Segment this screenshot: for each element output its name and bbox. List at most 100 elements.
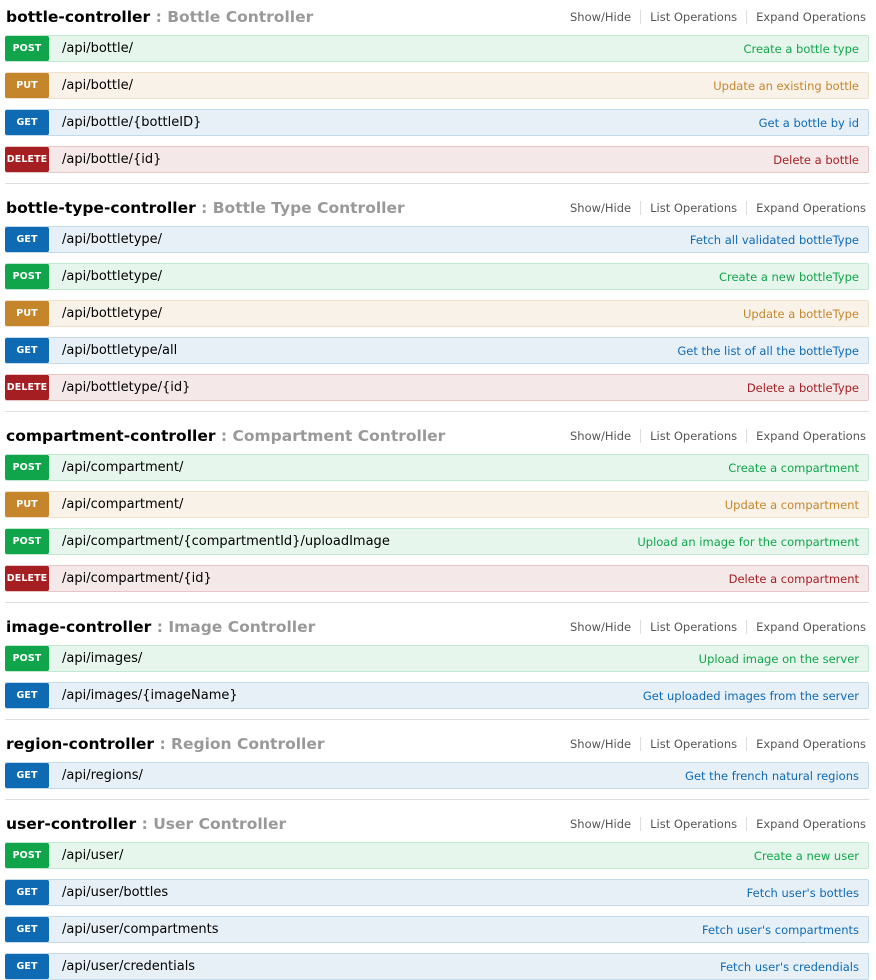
operation-row[interactable]: DELETE /api/compartment/{id} Delete a co… — [5, 565, 869, 592]
operation-row[interactable]: DELETE /api/bottletype/{id} Delete a bot… — [5, 374, 869, 401]
operation-row[interactable]: POST /api/user/ Create a new user — [5, 842, 869, 869]
operation-row[interactable]: GET /api/user/compartments Fetch user's … — [5, 916, 869, 943]
operation-row[interactable]: PUT /api/bottle/ Update an existing bott… — [5, 72, 869, 99]
operation-summary[interactable]: Fetch all validated bottleType — [690, 233, 868, 247]
http-method-badge[interactable]: POST — [5, 646, 49, 671]
http-method-badge[interactable]: POST — [5, 843, 49, 868]
operation-summary[interactable]: Get uploaded images from the server — [643, 689, 868, 703]
resource-title[interactable]: bottle-controller : Bottle Controller — [5, 8, 313, 26]
http-method-badge[interactable]: POST — [5, 264, 49, 289]
operation-summary[interactable]: Get the french natural regions — [685, 769, 868, 783]
expand-operations-link[interactable]: Expand Operations — [746, 201, 866, 215]
resource-name[interactable]: bottle-type-controller — [6, 199, 196, 217]
resource-title[interactable]: compartment-controller : Compartment Con… — [5, 427, 445, 445]
show-hide-link[interactable]: Show/Hide — [561, 429, 640, 443]
operation-row[interactable]: PUT /api/compartment/ Update a compartme… — [5, 491, 869, 518]
show-hide-link[interactable]: Show/Hide — [561, 620, 640, 634]
list-operations-link[interactable]: List Operations — [640, 817, 746, 831]
operation-summary[interactable]: Update an existing bottle — [713, 79, 868, 93]
resource-name[interactable]: bottle-controller — [6, 8, 150, 26]
operation-path[interactable]: /api/compartment/{id} — [49, 571, 729, 586]
http-method-badge[interactable]: GET — [5, 954, 49, 979]
operation-summary[interactable]: Upload image on the server — [699, 652, 868, 666]
http-method-badge[interactable]: PUT — [5, 301, 49, 326]
operation-summary[interactable]: Get the list of all the bottleType — [677, 344, 868, 358]
http-method-badge[interactable]: GET — [5, 227, 49, 252]
operation-row[interactable]: GET /api/user/credentials Fetch user's c… — [5, 953, 869, 980]
operation-row[interactable]: POST /api/images/ Upload image on the se… — [5, 645, 869, 672]
resource-title[interactable]: region-controller : Region Controller — [5, 735, 325, 753]
operation-row[interactable]: DELETE /api/bottle/{id} Delete a bottle — [5, 146, 869, 173]
show-hide-link[interactable]: Show/Hide — [561, 10, 640, 24]
resource-name[interactable]: compartment-controller — [6, 427, 216, 445]
operation-row[interactable]: GET /api/bottletype/all Get the list of … — [5, 337, 869, 364]
expand-operations-link[interactable]: Expand Operations — [746, 620, 866, 634]
list-operations-link[interactable]: List Operations — [640, 10, 746, 24]
operation-summary[interactable]: Update a bottleType — [743, 307, 868, 321]
operation-row[interactable]: PUT /api/bottletype/ Update a bottleType — [5, 300, 869, 327]
operation-path[interactable]: /api/user/credentials — [49, 959, 720, 974]
operation-summary[interactable]: Delete a bottleType — [747, 381, 868, 395]
operation-row[interactable]: POST /api/bottle/ Create a bottle type — [5, 35, 869, 62]
list-operations-link[interactable]: List Operations — [640, 429, 746, 443]
operation-summary[interactable]: Delete a compartment — [729, 572, 868, 586]
operation-path[interactable]: /api/bottletype/all — [49, 343, 677, 358]
resource-title[interactable]: bottle-type-controller : Bottle Type Con… — [5, 199, 405, 217]
expand-operations-link[interactable]: Expand Operations — [746, 10, 866, 24]
show-hide-link[interactable]: Show/Hide — [561, 817, 640, 831]
resource-title[interactable]: image-controller : Image Controller — [5, 618, 315, 636]
operation-summary[interactable]: Fetch user's credendials — [720, 960, 868, 974]
http-method-badge[interactable]: GET — [5, 683, 49, 708]
operation-path[interactable]: /api/user/bottles — [49, 885, 747, 900]
operation-path[interactable]: /api/user/compartments — [49, 922, 702, 937]
http-method-badge[interactable]: GET — [5, 917, 49, 942]
operation-path[interactable]: /api/images/{imageName} — [49, 688, 643, 703]
operation-path[interactable]: /api/bottle/{id} — [49, 152, 773, 167]
http-method-badge[interactable]: PUT — [5, 492, 49, 517]
http-method-badge[interactable]: DELETE — [5, 566, 49, 591]
resource-name[interactable]: image-controller — [6, 618, 151, 636]
operation-path[interactable]: /api/bottletype/{id} — [49, 380, 747, 395]
operation-summary[interactable]: Get a bottle by id — [759, 116, 868, 130]
operation-path[interactable]: /api/user/ — [49, 848, 754, 863]
operation-summary[interactable]: Fetch user's compartments — [702, 923, 868, 937]
http-method-badge[interactable]: GET — [5, 763, 49, 788]
operation-row[interactable]: POST /api/compartment/ Create a compartm… — [5, 454, 869, 481]
operation-summary[interactable]: Delete a bottle — [773, 153, 868, 167]
operation-path[interactable]: /api/images/ — [49, 651, 699, 666]
operation-summary[interactable]: Create a new bottleType — [719, 270, 868, 284]
operation-path[interactable]: /api/bottletype/ — [49, 269, 719, 284]
http-method-badge[interactable]: GET — [5, 880, 49, 905]
operation-path[interactable]: /api/bottle/ — [49, 41, 743, 56]
resource-name[interactable]: region-controller — [6, 735, 154, 753]
expand-operations-link[interactable]: Expand Operations — [746, 737, 866, 751]
operation-row[interactable]: GET /api/images/{imageName} Get uploaded… — [5, 682, 869, 709]
http-method-badge[interactable]: GET — [5, 110, 49, 135]
operation-summary[interactable]: Create a compartment — [728, 461, 868, 475]
expand-operations-link[interactable]: Expand Operations — [746, 817, 866, 831]
http-method-badge[interactable]: POST — [5, 36, 49, 61]
operation-path[interactable]: /api/bottle/ — [49, 78, 713, 93]
http-method-badge[interactable]: POST — [5, 529, 49, 554]
operation-row[interactable]: GET /api/user/bottles Fetch user's bottl… — [5, 879, 869, 906]
operation-row[interactable]: GET /api/bottletype/ Fetch all validated… — [5, 226, 869, 253]
resource-title[interactable]: user-controller : User Controller — [5, 815, 286, 833]
operation-summary[interactable]: Update a compartment — [725, 498, 868, 512]
list-operations-link[interactable]: List Operations — [640, 201, 746, 215]
show-hide-link[interactable]: Show/Hide — [561, 737, 640, 751]
operation-row[interactable]: GET /api/regions/ Get the french natural… — [5, 762, 869, 789]
http-method-badge[interactable]: GET — [5, 338, 49, 363]
http-method-badge[interactable]: PUT — [5, 73, 49, 98]
operation-summary[interactable]: Create a bottle type — [743, 42, 868, 56]
operation-summary[interactable]: Create a new user — [754, 849, 868, 863]
operation-row[interactable]: POST /api/bottletype/ Create a new bottl… — [5, 263, 869, 290]
operation-summary[interactable]: Upload an image for the compartment — [637, 535, 868, 549]
operation-summary[interactable]: Fetch user's bottles — [747, 886, 868, 900]
http-method-badge[interactable]: DELETE — [5, 147, 49, 172]
http-method-badge[interactable]: DELETE — [5, 375, 49, 400]
operation-path[interactable]: /api/compartment/ — [49, 497, 725, 512]
show-hide-link[interactable]: Show/Hide — [561, 201, 640, 215]
http-method-badge[interactable]: POST — [5, 455, 49, 480]
operation-path[interactable]: /api/bottletype/ — [49, 306, 743, 321]
operation-path[interactable]: /api/regions/ — [49, 768, 685, 783]
